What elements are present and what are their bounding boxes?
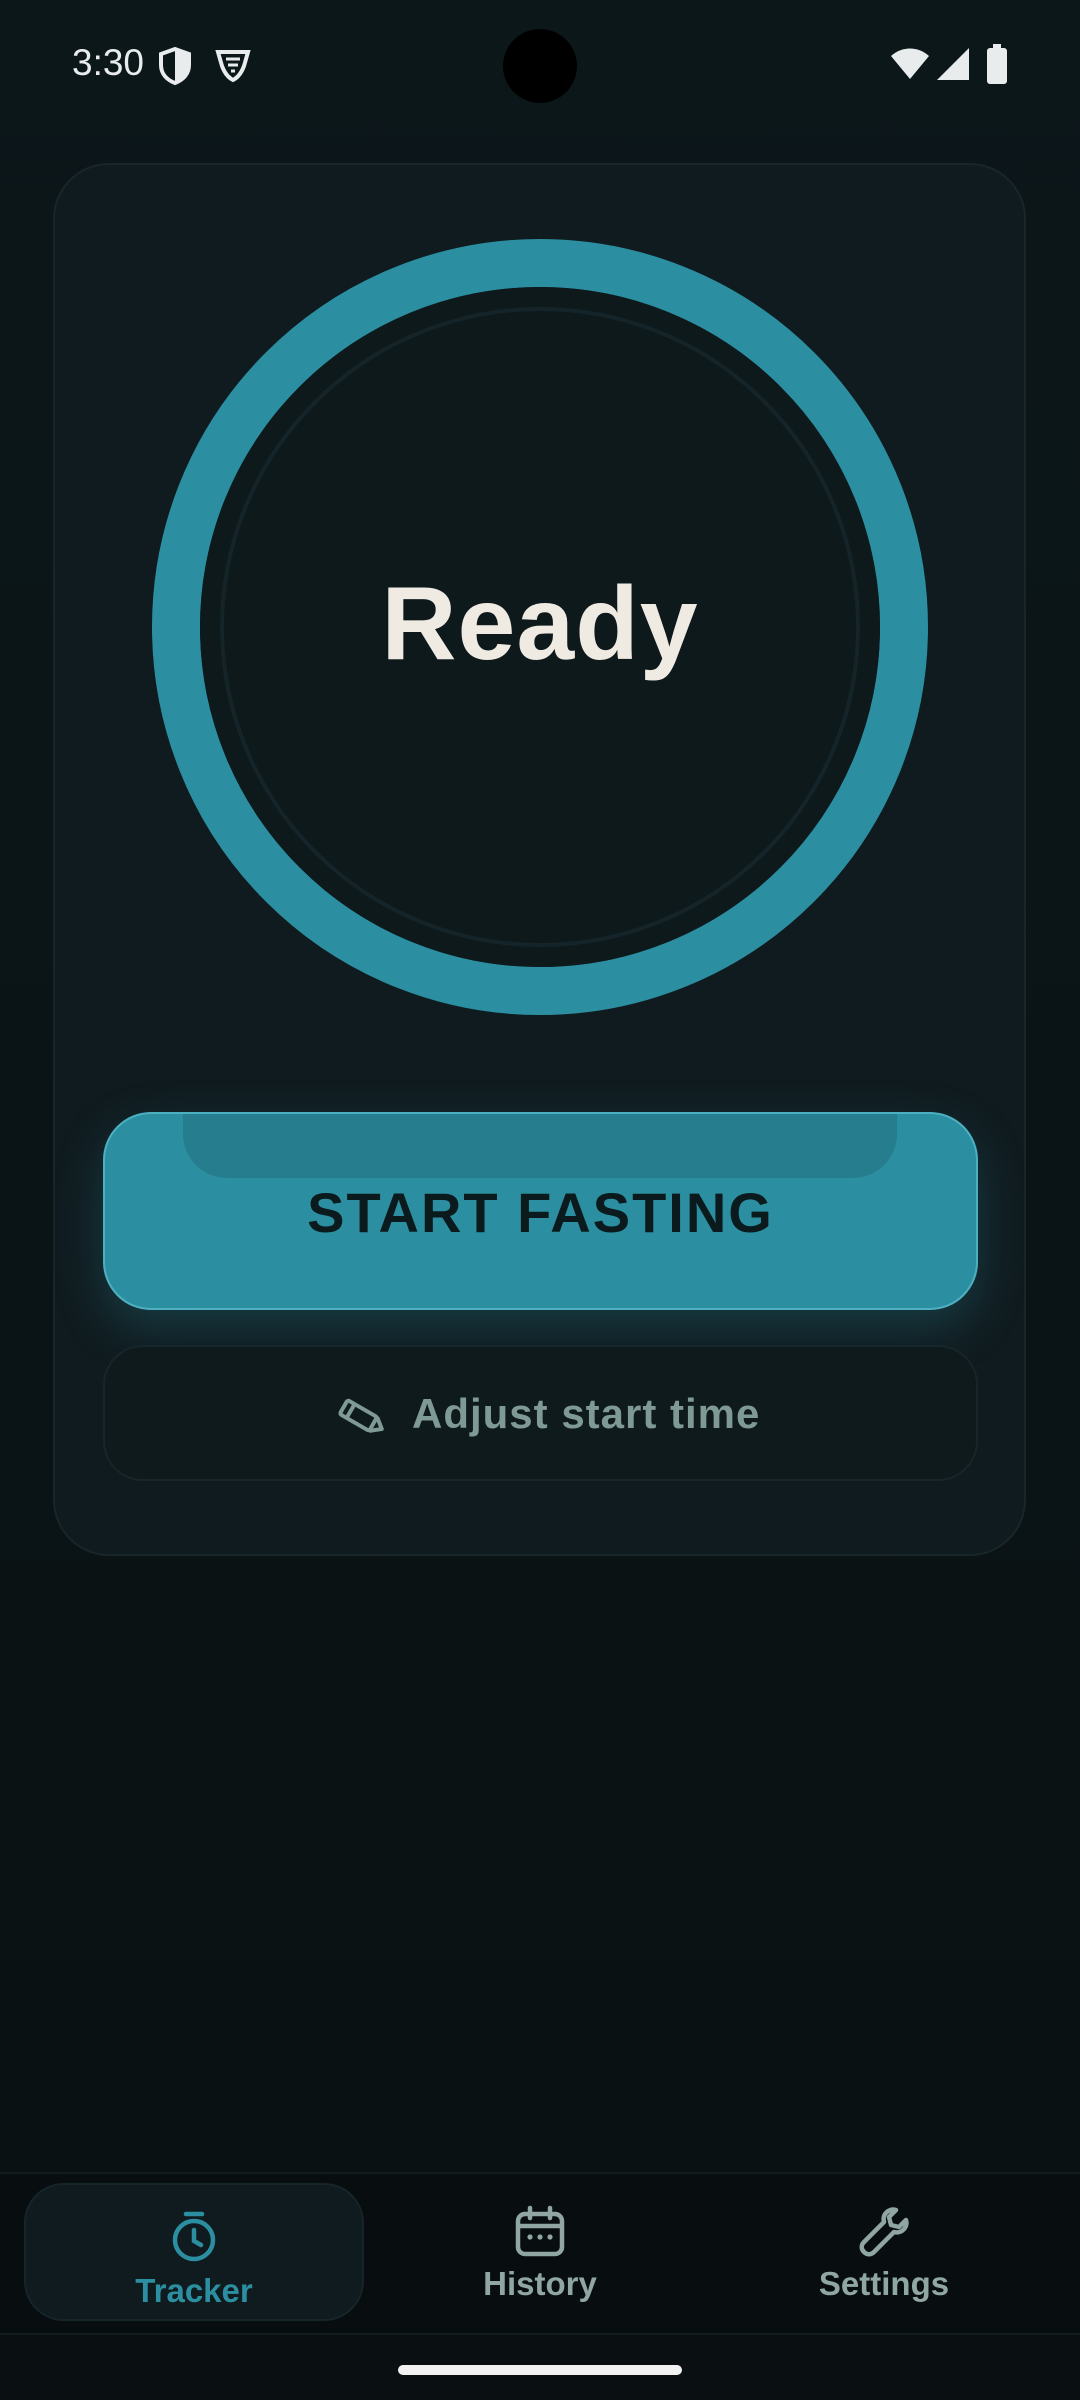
stopwatch-icon — [172, 2211, 216, 2262]
progress-ring — [128, 215, 952, 1039]
fasting-status-label: Ready — [381, 566, 699, 682]
wrench-icon — [859, 2207, 909, 2257]
nav-item-tracker[interactable]: Tracker — [24, 2174, 364, 2334]
nav-label-settings: Settings — [818, 2265, 950, 2302]
adjust-start-time-button[interactable]: Adjust start time — [103, 1345, 978, 1481]
start-fasting-button[interactable]: START FASTING — [103, 1112, 978, 1310]
button-sheen — [183, 1114, 897, 1178]
nav-label-history: History — [483, 2265, 597, 2302]
bottom-navigation: Tracker History Settings — [0, 2172, 1080, 2335]
home-indicator[interactable] — [398, 2365, 682, 2375]
adjust-start-time-label: Adjust start time — [412, 1390, 761, 1437]
app-screen: 3:30 Ready START FASTING Adjust start ti… — [0, 0, 1080, 2400]
pencil-icon — [338, 1398, 384, 1433]
nav-item-settings[interactable]: Settings — [714, 2174, 1054, 2334]
nav-label-tracker: Tracker — [135, 2272, 253, 2309]
nav-item-history[interactable]: History — [370, 2174, 710, 2334]
calendar-icon — [515, 2205, 565, 2257]
start-fasting-label: START FASTING — [307, 1181, 774, 1244]
